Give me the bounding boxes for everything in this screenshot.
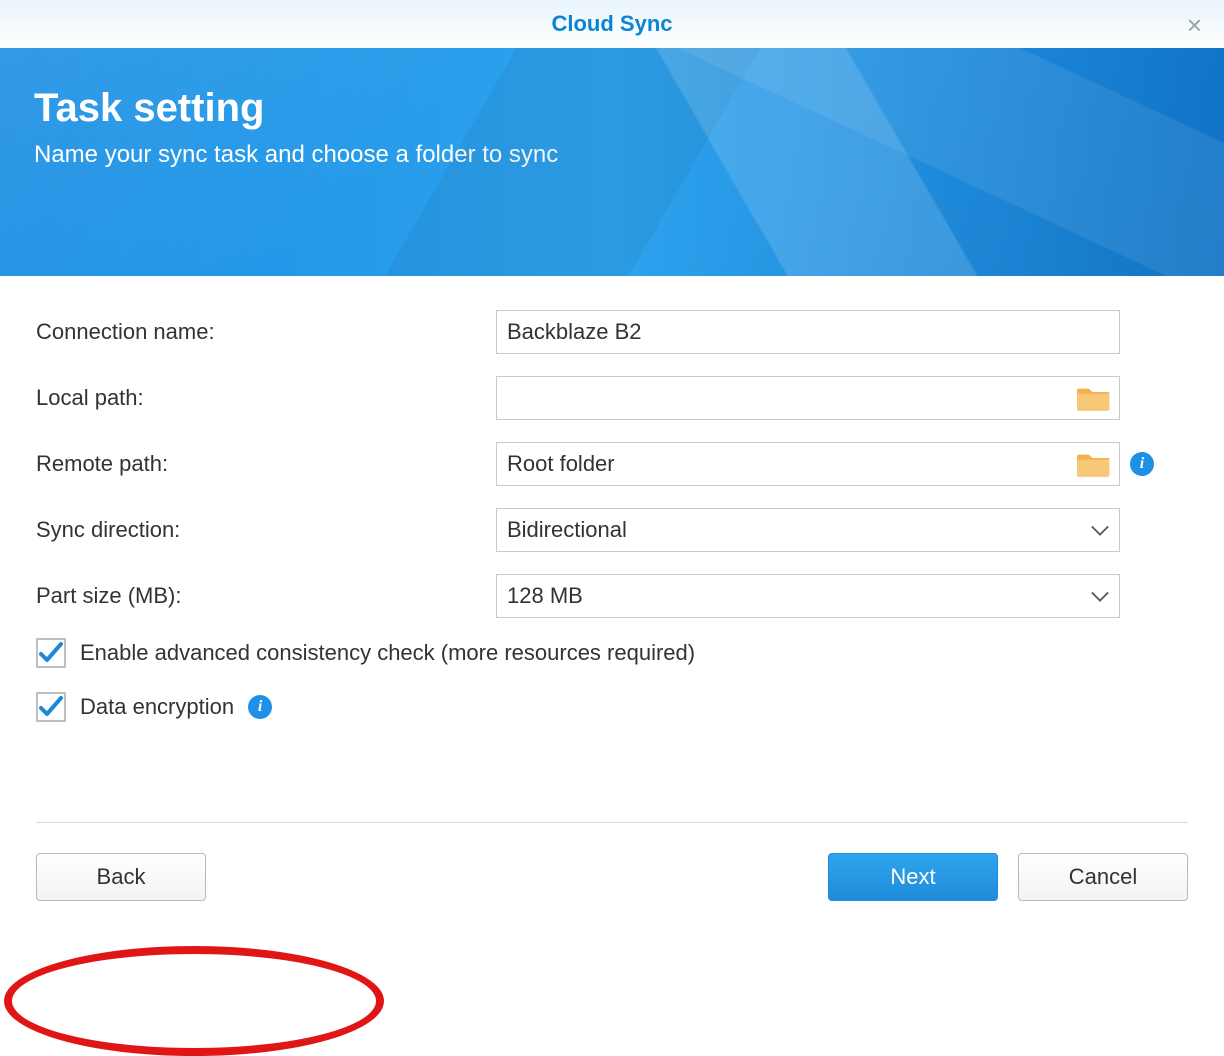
close-icon[interactable]: × [1187,10,1202,41]
data-encryption-label: Data encryption [80,694,234,720]
sync-direction-select[interactable]: Bidirectional [496,508,1120,552]
chevron-down-icon [1091,517,1109,543]
part-size-select[interactable]: 128 MB [496,574,1120,618]
local-path-input[interactable] [507,377,1109,419]
sync-direction-label: Sync direction: [36,517,496,543]
remote-path-value: Root folder [507,451,615,477]
consistency-check-label: Enable advanced consistency check (more … [80,640,695,666]
task-setting-form: Connection name: Local path: [0,276,1224,822]
part-size-label: Part size (MB): [36,583,496,609]
banner-subheading: Name your sync task and choose a folder … [34,141,1190,169]
checkmark-icon [38,640,64,666]
part-size-value: 128 MB [507,583,583,609]
local-path-field[interactable] [496,376,1120,420]
remote-path-field[interactable]: Root folder [496,442,1120,486]
annotation-highlight [4,946,384,1056]
wizard-banner: Task setting Name your sync task and cho… [0,48,1224,276]
next-button[interactable]: Next [828,853,998,901]
data-encryption-checkbox[interactable] [36,692,66,722]
local-path-label: Local path: [36,385,496,411]
local-path-browse-button[interactable] [1075,381,1113,415]
banner-heading: Task setting [34,86,1190,131]
data-encryption-info-icon[interactable]: i [248,695,272,719]
connection-name-field[interactable] [496,310,1120,354]
connection-name-label: Connection name: [36,319,496,345]
remote-path-browse-button[interactable] [1075,447,1113,481]
folder-icon [1077,449,1111,479]
cloud-sync-wizard-window: Cloud Sync × Task setting Name your sync… [0,0,1224,912]
wizard-footer: Back Next Cancel [36,822,1188,912]
titlebar: Cloud Sync × [0,0,1224,48]
chevron-down-icon [1091,583,1109,609]
sync-direction-value: Bidirectional [507,517,627,543]
remote-path-info-icon[interactable]: i [1130,452,1154,476]
folder-icon [1077,383,1111,413]
back-button[interactable]: Back [36,853,206,901]
checkmark-icon [38,694,64,720]
connection-name-input[interactable] [507,311,1109,353]
cancel-button[interactable]: Cancel [1018,853,1188,901]
remote-path-label: Remote path: [36,451,496,477]
consistency-check-checkbox[interactable] [36,638,66,668]
window-title: Cloud Sync [551,11,672,37]
